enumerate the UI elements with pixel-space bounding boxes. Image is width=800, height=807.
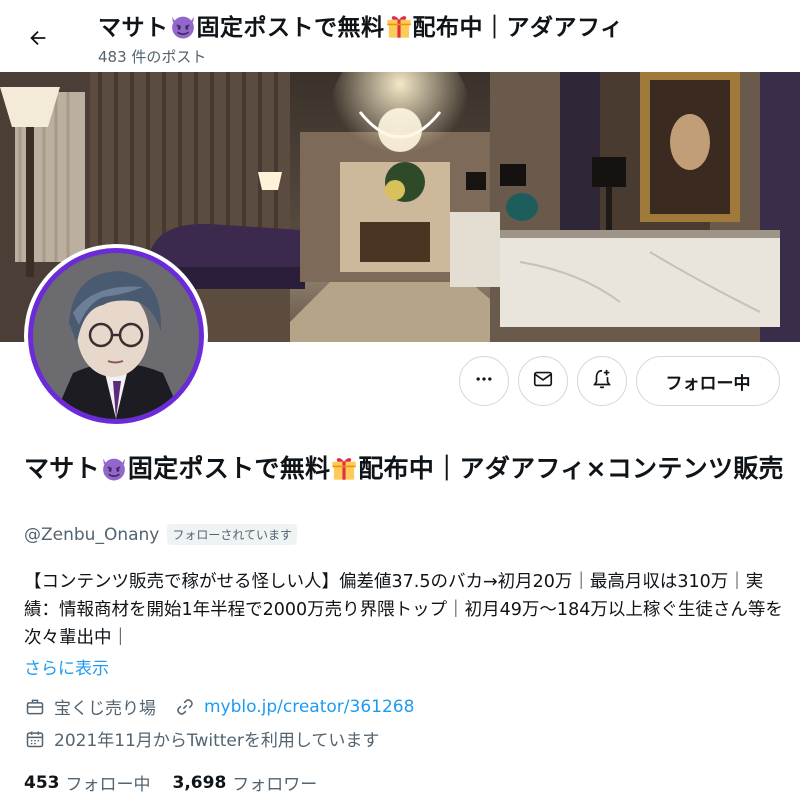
post-count: 483 件のポスト: [98, 48, 207, 66]
gift-emoji: [332, 458, 356, 480]
header-title: マサト 固定ポストで無料 配布中｜アダアフィ: [98, 8, 713, 42]
following-stat[interactable]: 453 フォロー中: [24, 770, 151, 796]
profile-header-bar: マサト 固定ポストで無料 配布中｜アダアフィ 483 件のポスト: [0, 0, 800, 72]
arrow-left-icon: [27, 27, 49, 53]
handle-row: @Zenbu_Onany フォローされています: [24, 524, 298, 545]
profile-category: 宝くじ売り場: [54, 699, 156, 719]
follows-you-badge: フォローされています: [167, 524, 298, 545]
following-count: 453: [24, 772, 60, 793]
profile-meta-row: 宝くじ売り場 myblo.jp/creator/361268: [24, 694, 414, 719]
profile-name: マサト 固定ポストで無料 配布中｜アダアフィ×コンテンツ販売: [24, 454, 784, 483]
followers-label: フォロワー: [232, 775, 318, 795]
followers-count: 3,698: [172, 772, 227, 793]
gift-emoji: [386, 16, 411, 38]
calendar-icon: [24, 728, 46, 750]
profile-actions: フォロー中: [0, 356, 800, 408]
back-button[interactable]: [18, 20, 58, 60]
more-icon: [474, 369, 494, 393]
message-button[interactable]: [518, 356, 568, 406]
briefcase-icon: [24, 696, 46, 718]
joined-row: 2021年11月からTwitterを利用しています: [24, 726, 379, 751]
follow-stats: 453 フォロー中 3,698 フォロワー: [24, 770, 339, 796]
following-button[interactable]: フォロー中: [636, 356, 780, 406]
profile-website-link[interactable]: myblo.jp/creator/361268: [204, 697, 414, 717]
profile-handle: @Zenbu_Onany: [24, 524, 160, 545]
envelope-icon: [532, 368, 554, 394]
bell-plus-icon: [591, 368, 613, 394]
smiling-imp-emoji: [171, 16, 194, 39]
show-more-link[interactable]: さらに表示: [24, 654, 109, 679]
notifications-button[interactable]: [577, 356, 627, 406]
profile-bio: 【コンテンツ販売で稼がせる怪しい人】偏差値37.5のバカ→初月20万｜最高月収は…: [24, 572, 783, 648]
more-button[interactable]: [459, 356, 509, 406]
followers-stat[interactable]: 3,698 フォロワー: [172, 770, 318, 796]
joined-date: 2021年11月からTwitterを利用しています: [54, 731, 380, 751]
following-label: フォロー中: [65, 775, 151, 795]
smiling-imp-emoji: [103, 458, 125, 481]
link-icon: [174, 696, 196, 718]
